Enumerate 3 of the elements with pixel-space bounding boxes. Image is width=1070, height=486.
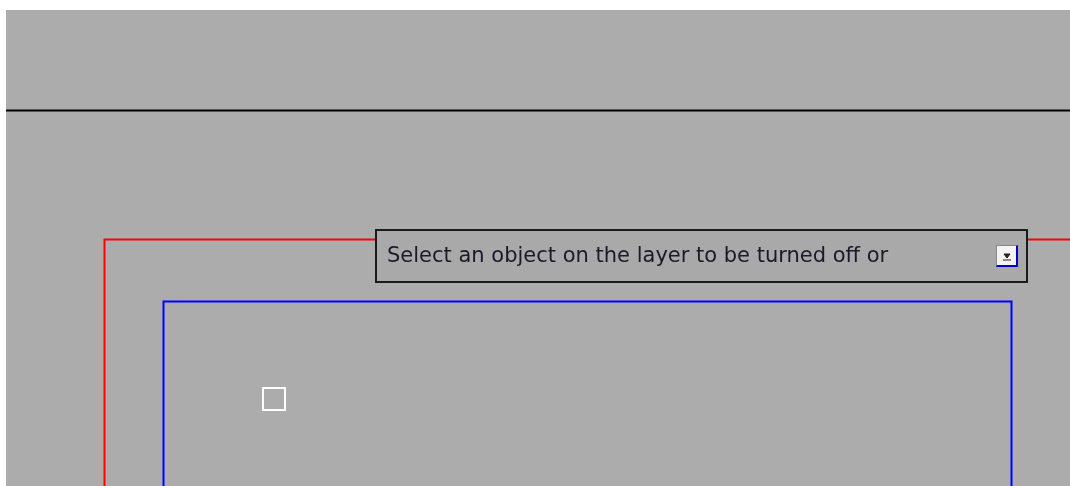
- prompt-text: Select an object on the layer to be turned off or: [387, 242, 889, 270]
- down-arrow-button[interactable]: [996, 245, 1018, 267]
- pickbox-cursor: [262, 387, 286, 411]
